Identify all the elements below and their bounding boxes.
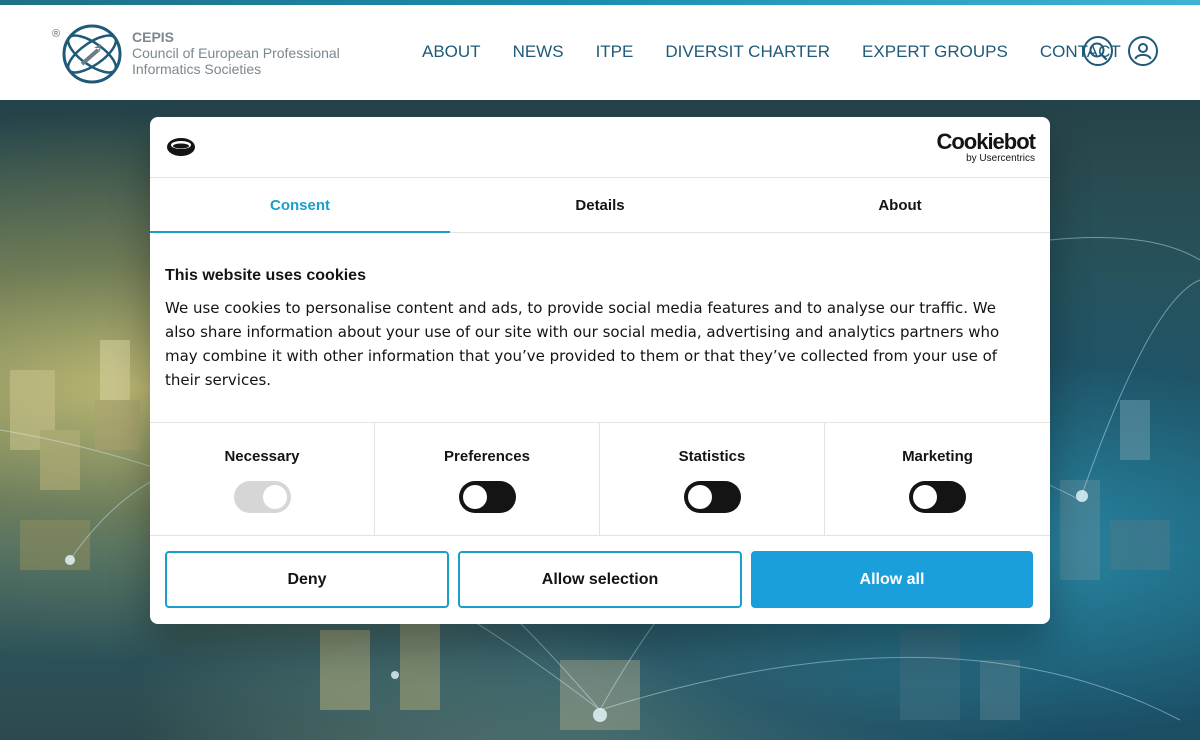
- cookiebot-by: by Usercentrics: [966, 153, 1035, 164]
- logo-subtitle-line1: Council of European Professional: [132, 45, 340, 61]
- globe-logo-icon: ®: [52, 24, 122, 84]
- dialog-tabs: Consent Details About: [150, 178, 1050, 233]
- tab-about[interactable]: About: [750, 178, 1050, 232]
- category-necessary: Necessary: [150, 423, 375, 535]
- toggle-knob: [913, 485, 937, 509]
- category-label: Preferences: [444, 448, 530, 465]
- dialog-body-text: We use cookies to personalise content an…: [165, 299, 1000, 389]
- tab-consent[interactable]: Consent: [150, 178, 450, 233]
- marketing-toggle[interactable]: [909, 481, 966, 513]
- nav-about[interactable]: ABOUT: [422, 42, 481, 62]
- search-button[interactable]: [1083, 36, 1113, 66]
- necessary-toggle: [233, 481, 291, 513]
- dialog-buttons: Deny Allow selection Allow all: [165, 551, 1035, 609]
- search-icon: [1089, 42, 1108, 61]
- category-label: Marketing: [902, 448, 973, 465]
- tab-details[interactable]: Details: [450, 178, 750, 232]
- nav-diversit-charter[interactable]: DIVERSIT CHARTER: [665, 42, 830, 62]
- account-button[interactable]: [1128, 36, 1158, 66]
- nav-news[interactable]: NEWS: [513, 42, 564, 62]
- allow-all-button[interactable]: Allow all: [751, 551, 1033, 608]
- nav-expert-groups[interactable]: EXPERT GROUPS: [862, 42, 1008, 62]
- user-icon: [1134, 43, 1152, 60]
- site-header: ® CEPIS Council of European Professional…: [0, 5, 1200, 100]
- dialog-header: Cookiebot by Usercentrics: [150, 117, 1050, 178]
- toggle-knob: [687, 485, 712, 509]
- allow-selection-button[interactable]: Allow selection: [458, 551, 742, 608]
- cookie-categories: Necessary Preferences Statistics Marketi…: [150, 422, 1050, 536]
- logo-title: CEPIS: [132, 29, 175, 45]
- main-nav: ABOUT NEWS ITPE DIVERSIT CHARTER EXPERT …: [422, 42, 1121, 62]
- logo-subtitle-line2: Informatics Societies: [132, 61, 262, 77]
- dialog-title: This website uses cookies: [165, 267, 366, 284]
- toggle-knob: [262, 485, 287, 509]
- logo-text: CEPIS Council of European Professional I…: [132, 29, 340, 77]
- cookiebot-brand[interactable]: Cookiebot by Usercentrics: [936, 129, 1036, 165]
- category-marketing: Marketing: [825, 423, 1050, 535]
- cepis-logo[interactable]: ® CEPIS Council of European Professional…: [52, 22, 352, 84]
- nav-itpe[interactable]: ITPE: [596, 42, 634, 62]
- toggle-knob: [462, 485, 487, 509]
- category-statistics: Statistics: [600, 423, 825, 535]
- registered-mark: ®: [52, 28, 60, 40]
- cookiebot-name: Cookiebot: [936, 129, 1036, 154]
- cookiebot-mark-icon: [167, 138, 195, 156]
- statistics-toggle[interactable]: [683, 481, 741, 513]
- preferences-toggle[interactable]: [458, 481, 516, 513]
- category-label: Necessary: [224, 448, 300, 465]
- cookie-consent-dialog: Cookiebot by Usercentrics Consent Detail…: [150, 117, 1050, 624]
- category-preferences: Preferences: [375, 423, 600, 535]
- deny-button[interactable]: Deny: [165, 551, 449, 608]
- category-label: Statistics: [678, 448, 746, 465]
